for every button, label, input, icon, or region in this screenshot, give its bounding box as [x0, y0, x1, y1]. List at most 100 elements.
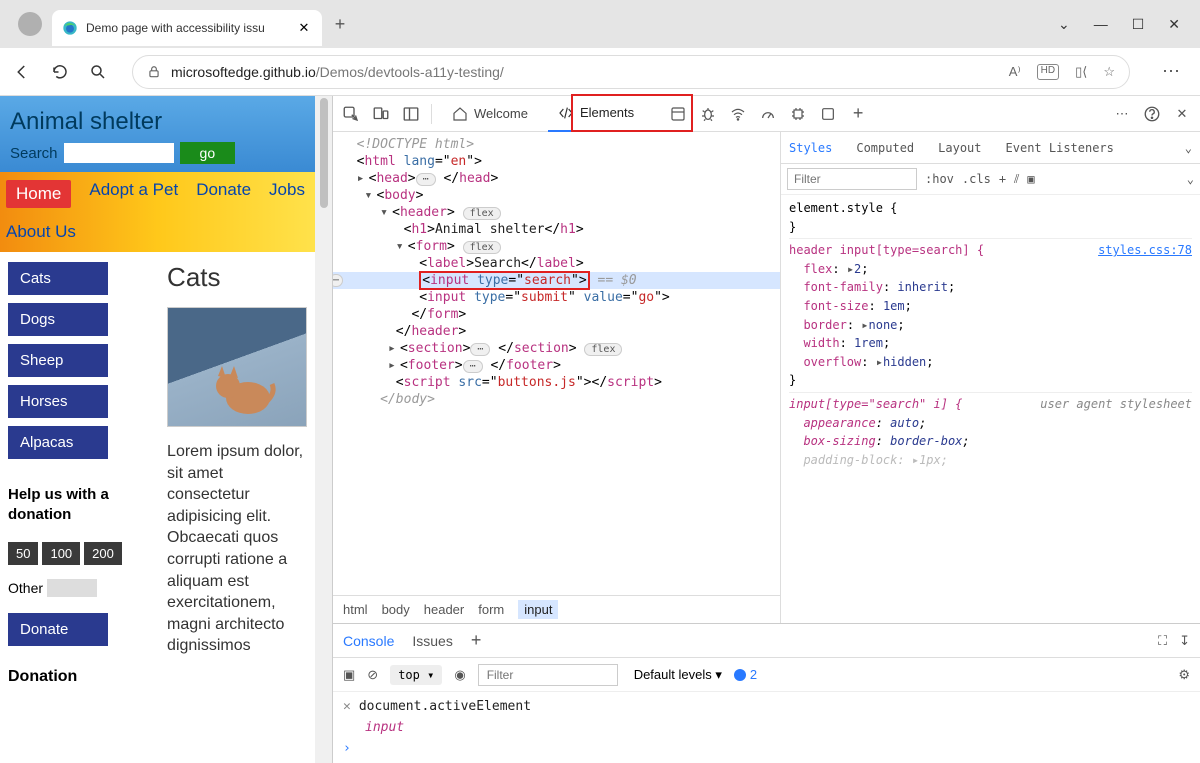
console-settings-icon[interactable]: ⚙ — [1178, 667, 1190, 683]
edge-icon — [62, 20, 78, 36]
application-icon[interactable] — [818, 104, 838, 124]
dismiss-icon[interactable]: ✕ — [343, 699, 351, 714]
console-filter-input[interactable] — [478, 664, 618, 686]
flex-icon[interactable]: ⫽ — [1014, 172, 1019, 187]
close-window-icon[interactable]: ✕ — [1168, 16, 1180, 33]
elements-icon — [558, 105, 574, 121]
tab-eventlisteners[interactable]: Event Listeners — [1002, 141, 1118, 155]
donation-heading: Donation — [8, 668, 149, 686]
amount-50[interactable]: 50 — [8, 542, 38, 565]
add-tab-icon[interactable]: + — [848, 104, 868, 124]
cls-toggle[interactable]: .cls — [962, 172, 991, 186]
donate-button[interactable]: Donate — [8, 613, 108, 646]
context-selector[interactable]: top ▾ — [390, 665, 442, 685]
hov-toggle[interactable]: :hov — [925, 172, 954, 186]
refresh-button[interactable] — [50, 62, 70, 82]
help-heading: Help us with a donation — [8, 485, 149, 524]
nav-about[interactable]: About Us — [6, 222, 76, 242]
performance-icon[interactable] — [758, 104, 778, 124]
css-rules[interactable]: element.style { } styles.css:78 header i… — [781, 195, 1200, 473]
help-icon[interactable] — [1142, 104, 1162, 124]
dom-selected-line[interactable]: <input type="search"> == $0 — [333, 272, 780, 289]
amount-100[interactable]: 100 — [42, 542, 80, 565]
add-drawer-tab[interactable]: + — [471, 630, 482, 651]
tab-welcome[interactable]: Welcome — [442, 96, 538, 132]
expand-icon[interactable]: ⛶ — [1158, 633, 1167, 649]
category-sidebar: Cats Dogs Sheep Horses Alpacas Help us w… — [8, 262, 149, 686]
app-icon[interactable] — [668, 104, 688, 124]
more-icon[interactable]: ⋯ — [1154, 61, 1188, 82]
network-icon[interactable] — [728, 104, 748, 124]
new-rule-icon[interactable]: + — [999, 172, 1006, 186]
read-aloud-icon[interactable]: A⁾ — [1009, 64, 1021, 80]
back-button[interactable] — [12, 62, 32, 82]
tab-console[interactable]: Console — [343, 633, 394, 649]
device-icon[interactable] — [371, 104, 391, 124]
reader-icon[interactable]: ▯⟨ — [1075, 64, 1087, 80]
tab-computed[interactable]: Computed — [852, 141, 918, 155]
dom-tree[interactable]: <!DOCTYPE html> <html lang="en"> ▸<head>… — [333, 132, 780, 595]
nav-home[interactable]: Home — [6, 180, 71, 208]
chevron-down-icon[interactable]: ⌄ — [1058, 16, 1070, 33]
browser-toolbar: microsoftedge.github.io/Demos/devtools-a… — [0, 48, 1200, 96]
lock-icon — [147, 65, 161, 79]
main-heading: Cats — [167, 262, 307, 293]
close-devtools-icon[interactable]: ✕ — [1172, 104, 1192, 124]
rendered-page: Animal shelter Search go Home Adopt a Pe… — [0, 96, 333, 763]
profile-avatar[interactable] — [18, 12, 42, 36]
main-nav: Home Adopt a Pet Donate Jobs About Us — [0, 172, 315, 252]
hd-icon[interactable]: HD — [1037, 64, 1059, 80]
source-link[interactable]: styles.css:78 — [1098, 241, 1192, 260]
box-icon[interactable]: ▣ — [1027, 172, 1034, 186]
nav-jobs[interactable]: Jobs — [269, 180, 305, 208]
inspect-icon[interactable] — [341, 104, 361, 124]
other-input[interactable] — [47, 579, 97, 597]
minimize-icon[interactable]: — — [1094, 16, 1108, 33]
console-result: input — [343, 720, 404, 735]
cat-dogs[interactable]: Dogs — [8, 303, 108, 336]
go-button[interactable]: go — [180, 142, 236, 164]
page-scrollbar[interactable] — [315, 96, 332, 763]
dom-breadcrumb[interactable]: html body header form input — [333, 595, 780, 623]
dock-icon[interactable] — [401, 104, 421, 124]
tab-styles[interactable]: Styles — [785, 141, 836, 155]
close-tab-icon[interactable]: ✕ — [296, 20, 312, 36]
cat-horses[interactable]: Horses — [8, 385, 108, 418]
issues-badge[interactable]: 2 — [734, 667, 757, 682]
memory-icon[interactable] — [788, 104, 808, 124]
tab-elements[interactable]: Elements — [548, 96, 644, 132]
chevron-down-icon[interactable]: ⌄ — [1187, 172, 1194, 186]
browser-tab[interactable]: Demo page with accessibility issu ✕ — [52, 10, 322, 46]
cat-sheep[interactable]: Sheep — [8, 344, 108, 377]
styles-filter-input[interactable] — [787, 168, 917, 190]
sidebar-toggle-icon[interactable]: ▣ — [343, 667, 355, 683]
search-input[interactable] — [64, 143, 174, 163]
live-expr-icon[interactable]: ◉ — [454, 667, 465, 683]
clear-console-icon[interactable]: ⊘ — [367, 667, 378, 683]
log-levels[interactable]: Default levels ▾ — [634, 667, 722, 683]
new-tab-button[interactable]: + — [322, 6, 358, 42]
amount-200[interactable]: 200 — [84, 542, 122, 565]
console-output[interactable]: ✕document.activeElement input › — [333, 692, 1200, 763]
dock-drawer-icon[interactable]: ↧ — [1179, 633, 1190, 649]
lorem-text: Lorem ipsum dolor, sit amet consectetur … — [167, 441, 307, 657]
devtools-panel: Welcome Elements + ⋯ ✕ <!DOCTYPE html> — [333, 96, 1200, 763]
address-bar[interactable]: microsoftedge.github.io/Demos/devtools-a… — [132, 55, 1130, 89]
nav-adopt[interactable]: Adopt a Pet — [89, 180, 178, 208]
maximize-icon[interactable]: ☐ — [1132, 16, 1145, 33]
cat-alpacas[interactable]: Alpacas — [8, 426, 108, 459]
more-devtools-icon[interactable]: ⋯ — [1112, 104, 1132, 124]
favorite-icon[interactable]: ☆ — [1103, 64, 1115, 80]
url-text: microsoftedge.github.io/Demos/devtools-a… — [171, 64, 999, 80]
search-icon[interactable] — [88, 62, 108, 82]
cat-cats[interactable]: Cats — [8, 262, 108, 295]
chevron-down-icon[interactable]: ⌄ — [1181, 141, 1196, 155]
devtools-toolbar: Welcome Elements + ⋯ ✕ — [333, 96, 1200, 132]
bug-icon[interactable] — [698, 104, 718, 124]
cat-image — [167, 307, 307, 427]
tab-layout[interactable]: Layout — [934, 141, 985, 155]
page-title: Animal shelter — [10, 108, 305, 136]
console-prompt[interactable]: › — [343, 741, 351, 756]
nav-donate[interactable]: Donate — [196, 180, 251, 208]
tab-issues[interactable]: Issues — [412, 633, 452, 649]
